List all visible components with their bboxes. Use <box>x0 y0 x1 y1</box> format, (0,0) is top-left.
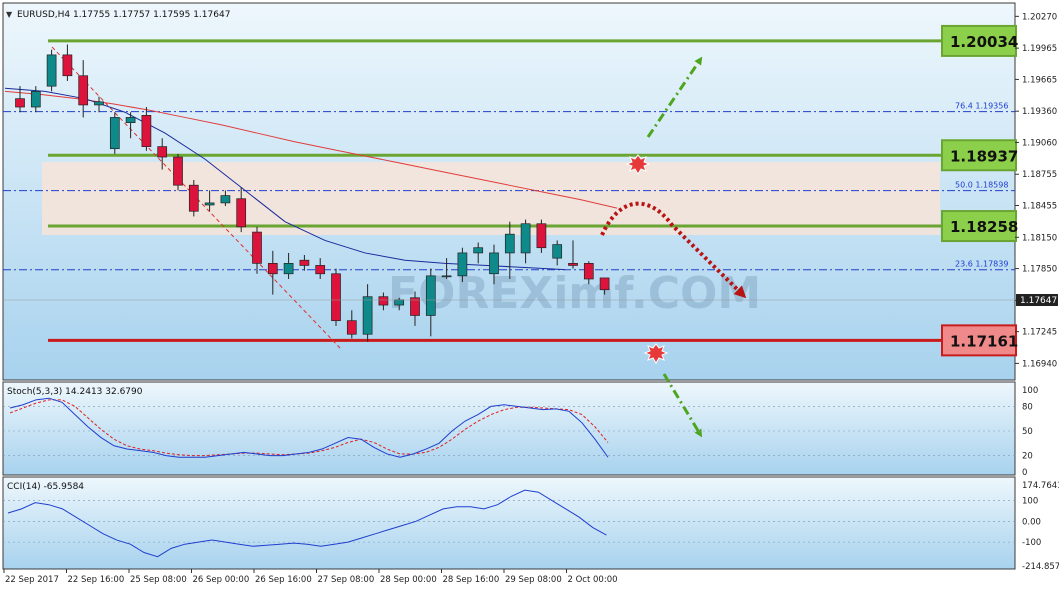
candle-body <box>362 296 373 335</box>
cci-tick-label: -214.8574 <box>1022 562 1059 572</box>
chart-header: EURUSD,H4 1.17755 1.17757 1.17595 1.1764… <box>17 10 230 20</box>
symbol-title-icon: ▼ <box>6 10 13 19</box>
time-tick-label: 27 Sep 08:00 <box>318 575 375 585</box>
candle-body <box>315 265 326 275</box>
cci-tick-label: 100 <box>1022 497 1038 507</box>
time-tick-label: 26 Sep 00:00 <box>193 575 250 585</box>
price-tick-label: 1.18755 <box>1022 170 1057 180</box>
candle-body <box>394 299 405 306</box>
candle <box>46 49 57 92</box>
candle-body <box>173 156 183 186</box>
stoch-tick-label: 20 <box>1022 452 1033 462</box>
candle-body <box>125 117 136 123</box>
fibo-label: 76.4 1.19356 <box>955 102 1008 111</box>
candle-body <box>15 98 25 108</box>
candle <box>536 219 547 253</box>
candle-body <box>536 223 547 249</box>
stoch-tick-label: 50 <box>1022 427 1033 437</box>
candle-body <box>473 247 484 254</box>
stoch-axis: 100 80 50 20 0 <box>1022 386 1038 478</box>
stoch-tick-label: 100 <box>1022 386 1038 396</box>
price-tick-label: 1.18150 <box>1022 233 1057 243</box>
candle-body <box>141 115 152 147</box>
level-box-label: 1.18937 <box>950 147 1018 165</box>
time-tick-label: 22 Sep 16:00 <box>68 575 125 585</box>
cci-axis: 174.7641 100 0.00 -100 -214.8574 <box>1022 481 1059 572</box>
price-tick-label: 1.17850 <box>1022 265 1057 275</box>
candle-body <box>220 195 231 204</box>
candle-body <box>78 75 89 106</box>
stoch-tick-label: 0 <box>1022 468 1027 478</box>
candle-body <box>236 198 247 228</box>
time-tick-label: 26 Sep 16:00 <box>255 575 312 585</box>
time-axis: 22 Sep 2017 22 Sep 16:00 25 Sep 08:00 26 Se… <box>3 569 618 585</box>
cci-label: CCI(14) -65.9584 <box>7 482 84 492</box>
breakout-star-upper <box>625 154 651 175</box>
price-tick-label: 1.19360 <box>1022 107 1057 117</box>
candle-body <box>441 275 452 278</box>
candle-body <box>410 297 420 316</box>
time-tick-label: 28 Sep 16:00 <box>443 575 500 585</box>
candle-body <box>62 54 73 77</box>
fibo-label: 23.6 1.17839 <box>955 260 1008 269</box>
level-box-label: 1.17161 <box>950 332 1018 350</box>
candle-body <box>504 233 515 254</box>
candle-body <box>568 263 578 266</box>
time-tick-label: 29 Sep 08:00 <box>505 575 562 585</box>
candle-body <box>331 273 341 322</box>
candle-body <box>520 223 531 254</box>
candle-body <box>94 101 104 106</box>
candle-body <box>299 259 310 266</box>
stoch-tick-label: 80 <box>1022 402 1033 412</box>
cci-pane-bg <box>2 476 1016 570</box>
candle-body <box>252 231 262 264</box>
candle-body <box>188 184 199 212</box>
fibo-label: 50.0 1.18598 <box>955 181 1008 190</box>
candle-body <box>378 296 389 306</box>
candle-body <box>552 244 563 259</box>
cci-tick-label: 174.7641 <box>1022 481 1059 491</box>
candle <box>188 179 199 217</box>
candle <box>173 153 183 191</box>
stoch-pane-bg <box>2 381 1016 476</box>
cci-tick-label: 0.00 <box>1022 517 1041 527</box>
candle <box>109 112 120 154</box>
candle-body <box>346 320 357 335</box>
candle-body <box>457 252 468 277</box>
cci-tick-label: -100 <box>1022 538 1041 548</box>
price-tick-label: 1.19665 <box>1022 75 1057 85</box>
candle-body <box>283 263 294 275</box>
level-box-label: 1.18258 <box>950 218 1018 236</box>
candle <box>331 268 341 326</box>
time-tick-label: 28 Sep 00:00 <box>380 575 437 585</box>
candle-body <box>157 146 168 158</box>
time-tick-label: 22 Sep 2017 <box>5 575 59 585</box>
eurusd-h4-chart[interactable]: FOREXimf.COM 76.4 1.1935650.0 1.1859823.… <box>0 0 1059 589</box>
candle-body <box>46 54 57 87</box>
price-tick-label: 1.18455 <box>1022 202 1057 212</box>
candle-body <box>599 277 610 291</box>
price-tick-label: 1.19060 <box>1022 138 1057 148</box>
price-tick-label: 1.20270 <box>1022 12 1057 22</box>
price-tick-label: 1.17245 <box>1022 328 1057 338</box>
candle-body <box>425 275 436 316</box>
candle-body <box>489 252 499 275</box>
current-price-label: 1.17647 <box>1020 296 1057 306</box>
candle-body <box>583 263 594 280</box>
price-axis: 1.20270 1.19965 1.19665 1.19360 1.19060 1.187… <box>1015 12 1057 369</box>
breakout-star-lower <box>643 343 669 364</box>
price-tick-label: 1.19965 <box>1022 44 1057 54</box>
price-tick-label: 1.16940 <box>1022 359 1057 369</box>
time-tick-label: 25 Sep 08:00 <box>130 575 187 585</box>
candle-body <box>109 117 120 150</box>
candle-body <box>204 202 215 206</box>
stoch-label: Stoch(5,3,3) 14.2413 32.6790 <box>7 387 143 397</box>
level-box-label: 1.20034 <box>950 33 1018 51</box>
time-tick-label: 2 Oct 00:00 <box>568 575 618 585</box>
candle-body <box>267 263 278 275</box>
candle-body <box>30 91 41 108</box>
